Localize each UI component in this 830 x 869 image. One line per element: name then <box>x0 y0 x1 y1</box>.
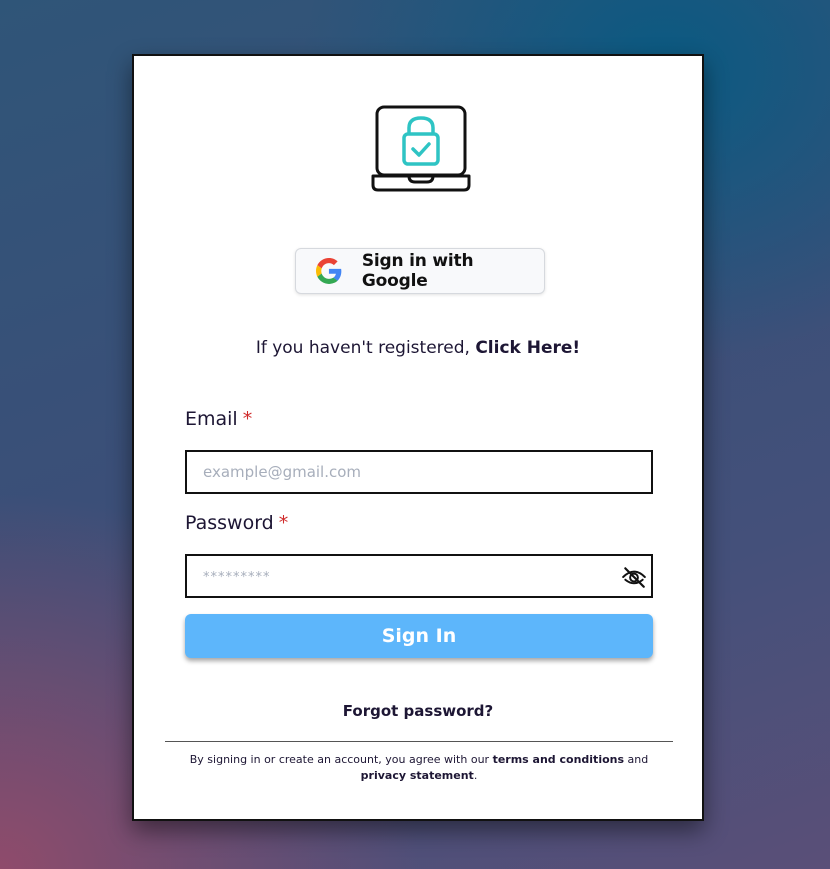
required-marker: * <box>242 408 253 430</box>
legal-text: By signing in or create an account, you … <box>189 753 493 766</box>
password-label: Password * <box>185 512 288 534</box>
register-prompt: If you haven't registered, Click Here! <box>134 338 702 358</box>
privacy-link[interactable]: privacy statement <box>361 769 474 782</box>
legal-notice: By signing in or create an account, you … <box>170 752 668 784</box>
divider <box>165 741 673 742</box>
login-card: Sign in with Google If you haven't regis… <box>132 54 704 821</box>
sign-in-button[interactable]: Sign In <box>185 614 653 658</box>
terms-link[interactable]: terms and conditions <box>493 753 624 766</box>
forgot-password-link[interactable]: Forgot password? <box>134 702 702 720</box>
required-marker: * <box>278 512 289 534</box>
email-input[interactable] <box>187 452 651 492</box>
email-label: Email * <box>185 408 252 430</box>
legal-text-suffix: . <box>473 769 478 782</box>
laptop-lock-icon <box>371 105 471 192</box>
google-icon <box>316 258 342 284</box>
eye-off-icon[interactable] <box>621 564 647 590</box>
password-field-box <box>185 554 653 598</box>
register-prompt-text: If you haven't registered, <box>255 338 476 358</box>
email-field-box <box>185 450 653 494</box>
email-label-text: Email <box>185 408 238 430</box>
register-link[interactable]: Click Here! <box>475 338 580 358</box>
password-input[interactable] <box>187 556 651 596</box>
password-label-text: Password <box>185 512 274 534</box>
google-signin-label: Sign in with Google <box>361 251 474 291</box>
legal-text-middle: and <box>624 753 649 766</box>
google-signin-button[interactable]: Sign in with Google <box>295 248 545 294</box>
